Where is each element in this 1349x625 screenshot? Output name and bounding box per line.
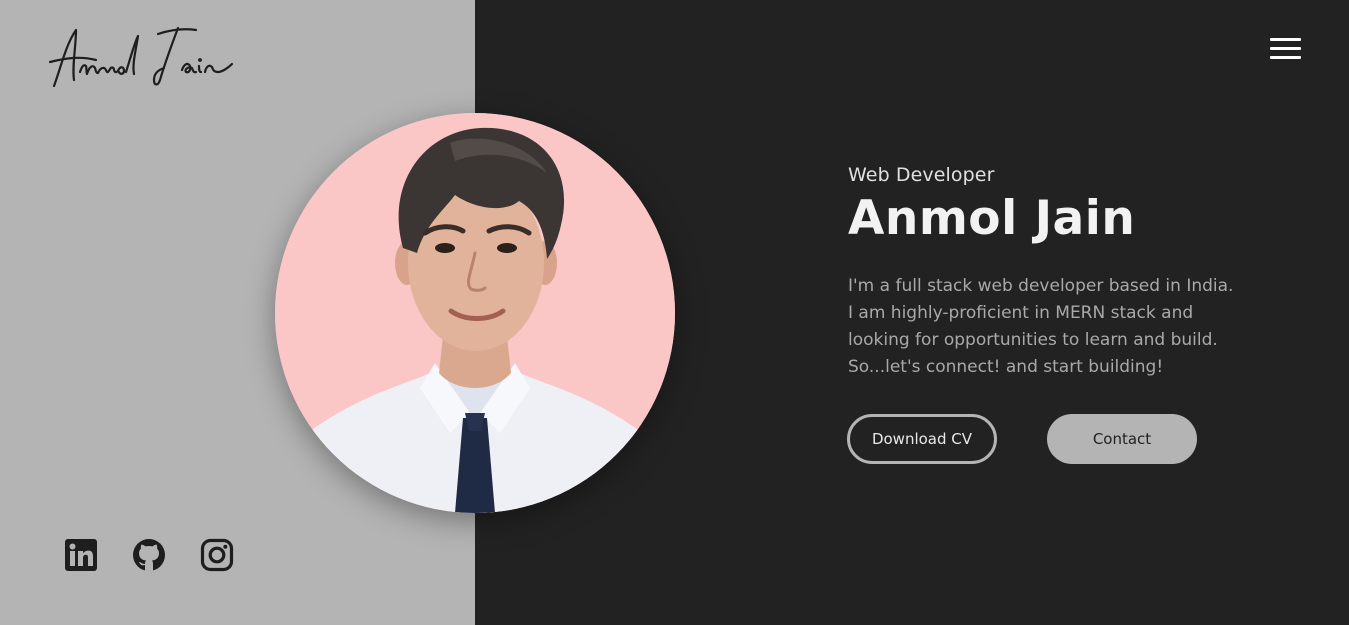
profile-photo-image: [275, 113, 675, 513]
hamburger-menu-icon-bar-middle: [1270, 47, 1301, 50]
hamburger-menu-button[interactable]: [1270, 38, 1306, 64]
download-cv-button[interactable]: Download CV: [847, 414, 997, 464]
social-links: [64, 538, 234, 572]
signature-logo-image: [48, 26, 234, 88]
instagram-icon[interactable]: [200, 538, 234, 572]
linkedin-icon[interactable]: [64, 538, 98, 572]
profile-photo: [275, 113, 675, 513]
hero-name: Anmol Jain: [848, 191, 1136, 246]
signature-logo[interactable]: [46, 22, 236, 92]
hero-role: Web Developer: [848, 164, 995, 186]
contact-button[interactable]: Contact: [1047, 414, 1197, 464]
github-icon[interactable]: [132, 538, 166, 572]
hero-section: Web Developer Anmol Jain I'm a full stac…: [848, 164, 1258, 381]
hamburger-menu-icon-bar-top: [1270, 38, 1301, 41]
hamburger-menu-icon-bar-bottom: [1270, 56, 1301, 59]
hero-bio: I'm a full stack web developer based in …: [848, 276, 1234, 378]
